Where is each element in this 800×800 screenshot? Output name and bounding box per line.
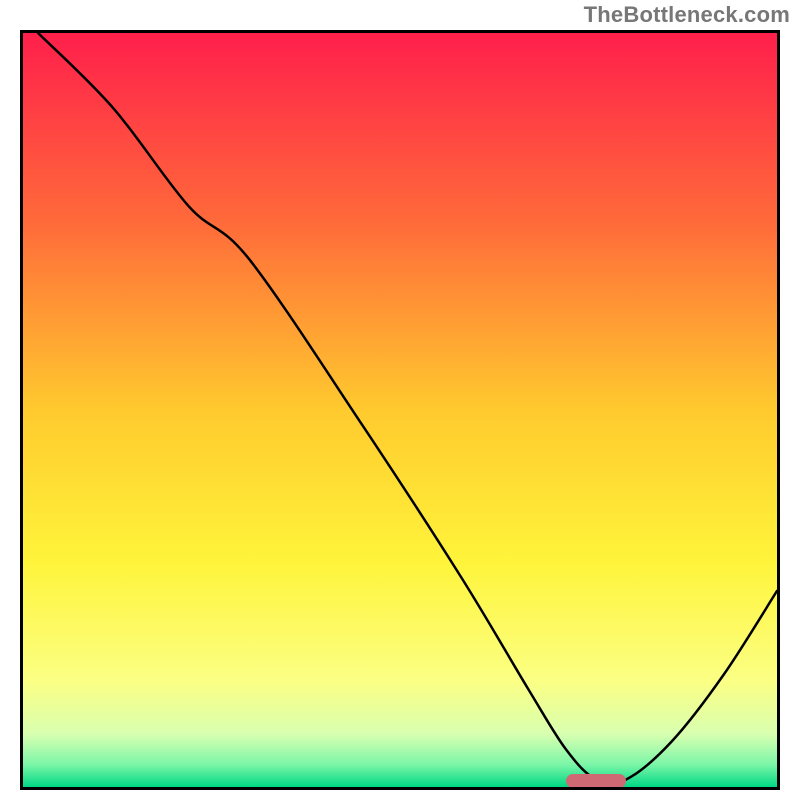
optimal-range-marker — [566, 774, 626, 788]
watermark-text: TheBottleneck.com — [584, 2, 790, 28]
plot-area — [20, 30, 780, 790]
curve-layer — [23, 33, 777, 787]
bottleneck-curve — [38, 33, 777, 784]
chart-canvas: TheBottleneck.com — [0, 0, 800, 800]
